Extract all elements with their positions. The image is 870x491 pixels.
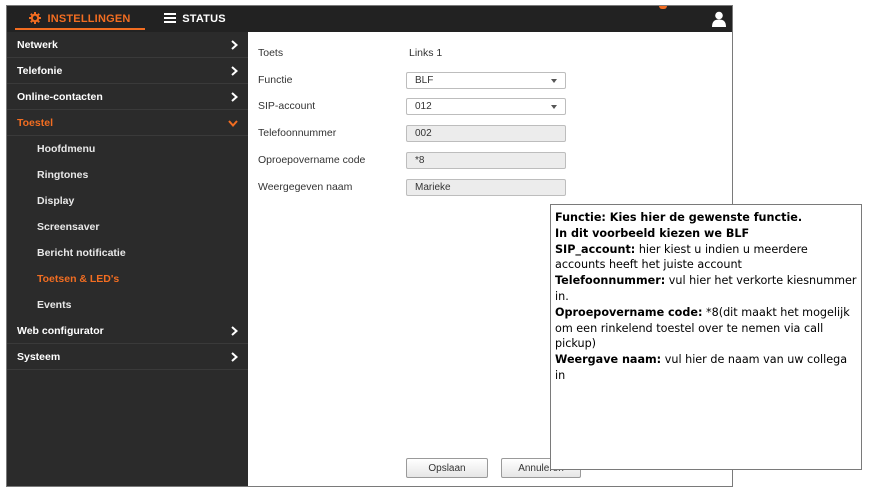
callout-line2: In dit voorbeeld kiezen we BLF bbox=[555, 226, 750, 240]
row-telefoonnummer: Telefoonnummer 002 bbox=[258, 123, 566, 143]
sidebar-item-label: Ringtones bbox=[37, 169, 89, 181]
oproepovername-code-label: Oproepovername code bbox=[258, 154, 366, 166]
sidebar-item-label: Display bbox=[37, 195, 75, 207]
sidebar-item-label: Bericht notificatie bbox=[37, 247, 126, 259]
sidebar-item-toestel[interactable]: Toestel bbox=[7, 110, 248, 136]
annotation-callout: Functie: Kies hier de gewenste functie. … bbox=[550, 204, 862, 470]
chevron-right-icon bbox=[231, 344, 238, 370]
tab-status-label: STATUS bbox=[182, 13, 226, 25]
callout-tel-term: Telefoonnummer: bbox=[555, 274, 666, 288]
toets-value: Links 1 bbox=[409, 47, 443, 59]
callout-line1: Functie: Kies hier de gewenste functie. bbox=[555, 211, 803, 224]
top-bar: INSTELLINGEN STATUS bbox=[7, 6, 732, 32]
sidebar-item-events[interactable]: Events bbox=[7, 292, 248, 318]
sidebar-item-hoofdmenu[interactable]: Hoofdmenu bbox=[7, 136, 248, 162]
notification-indicator bbox=[659, 6, 667, 9]
dropdown-caret-icon bbox=[551, 78, 557, 83]
functie-select[interactable]: BLF bbox=[406, 71, 566, 89]
sidebar: Netwerk Telefonie Online-contacten Toest… bbox=[7, 32, 248, 486]
row-toets: Toets Links 1 bbox=[258, 43, 442, 63]
sidebar-item-systeem[interactable]: Systeem bbox=[7, 344, 248, 370]
functie-label: Functie bbox=[258, 74, 293, 86]
sidebar-item-bericht-notificatie[interactable]: Bericht notificatie bbox=[7, 240, 248, 266]
sidebar-item-toetsen-leds[interactable]: Toetsen & LED's bbox=[7, 266, 248, 292]
chevron-right-icon bbox=[231, 84, 238, 110]
telefoonnummer-field[interactable]: 002 bbox=[406, 124, 566, 142]
sip-account-select[interactable]: 012 bbox=[406, 97, 566, 115]
sidebar-item-label: Screensaver bbox=[37, 221, 100, 233]
dropdown-caret-icon bbox=[551, 104, 557, 109]
weergegeven-naam-label: Weergegeven naam bbox=[258, 181, 353, 193]
gear-icon bbox=[29, 11, 42, 27]
tab-status[interactable]: STATUS bbox=[155, 6, 235, 32]
sidebar-item-label: Toestel bbox=[17, 117, 53, 129]
telefoonnummer-value: 002 bbox=[415, 127, 432, 139]
sidebar-item-label: Telefonie bbox=[17, 65, 63, 77]
chevron-right-icon bbox=[231, 58, 238, 84]
row-weergegeven-naam: Weergegeven naam Marieke bbox=[258, 177, 566, 197]
functie-value: BLF bbox=[415, 74, 434, 86]
save-button[interactable]: Opslaan bbox=[406, 458, 488, 478]
row-oproepovername-code: Oproepovername code *8 bbox=[258, 150, 566, 170]
sidebar-item-web-configurator[interactable]: Web configurator bbox=[7, 318, 248, 344]
callout-pickup-term: Oproepovername code: bbox=[555, 305, 703, 319]
weergegeven-naam-value: Marieke bbox=[415, 181, 451, 193]
chevron-right-icon bbox=[231, 32, 238, 58]
sidebar-item-display[interactable]: Display bbox=[7, 188, 248, 214]
callout-sip-term: SIP_account: bbox=[555, 242, 636, 256]
sidebar-item-label: Systeem bbox=[17, 351, 61, 363]
weergegeven-naam-field[interactable]: Marieke bbox=[406, 178, 566, 196]
sidebar-item-label: Events bbox=[37, 299, 72, 311]
sidebar-item-label: Toetsen & LED's bbox=[37, 273, 120, 285]
toets-label: Toets bbox=[258, 47, 284, 59]
callout-name-term: Weergave naam: bbox=[555, 353, 662, 367]
sidebar-item-label: Hoofdmenu bbox=[37, 143, 96, 155]
sidebar-item-label: Online-contacten bbox=[17, 91, 103, 103]
row-sip-account: SIP-account 012 bbox=[258, 96, 566, 116]
sip-account-label: SIP-account bbox=[258, 100, 316, 112]
sidebar-item-ringtones[interactable]: Ringtones bbox=[7, 162, 248, 188]
sidebar-item-telefonie[interactable]: Telefonie bbox=[7, 58, 248, 84]
chevron-right-icon bbox=[231, 318, 238, 344]
user-icon[interactable] bbox=[712, 11, 726, 27]
tab-instellingen[interactable]: INSTELLINGEN bbox=[7, 6, 153, 32]
row-functie: Functie BLF bbox=[258, 70, 566, 90]
sidebar-item-label: Netwerk bbox=[17, 39, 58, 51]
sip-account-value: 012 bbox=[415, 100, 432, 112]
chevron-down-icon bbox=[228, 110, 238, 136]
sidebar-item-netwerk[interactable]: Netwerk bbox=[7, 32, 248, 58]
oproepovername-code-field[interactable]: *8 bbox=[406, 151, 566, 169]
sidebar-item-label: Web configurator bbox=[17, 325, 104, 337]
oproepovername-code-value: *8 bbox=[415, 154, 425, 166]
sidebar-item-online-contacten[interactable]: Online-contacten bbox=[7, 84, 248, 110]
sidebar-item-screensaver[interactable]: Screensaver bbox=[7, 214, 248, 240]
telefoonnummer-label: Telefoonnummer bbox=[258, 127, 337, 139]
tab-instellingen-label: INSTELLINGEN bbox=[47, 13, 131, 25]
menu-icon bbox=[164, 12, 177, 26]
